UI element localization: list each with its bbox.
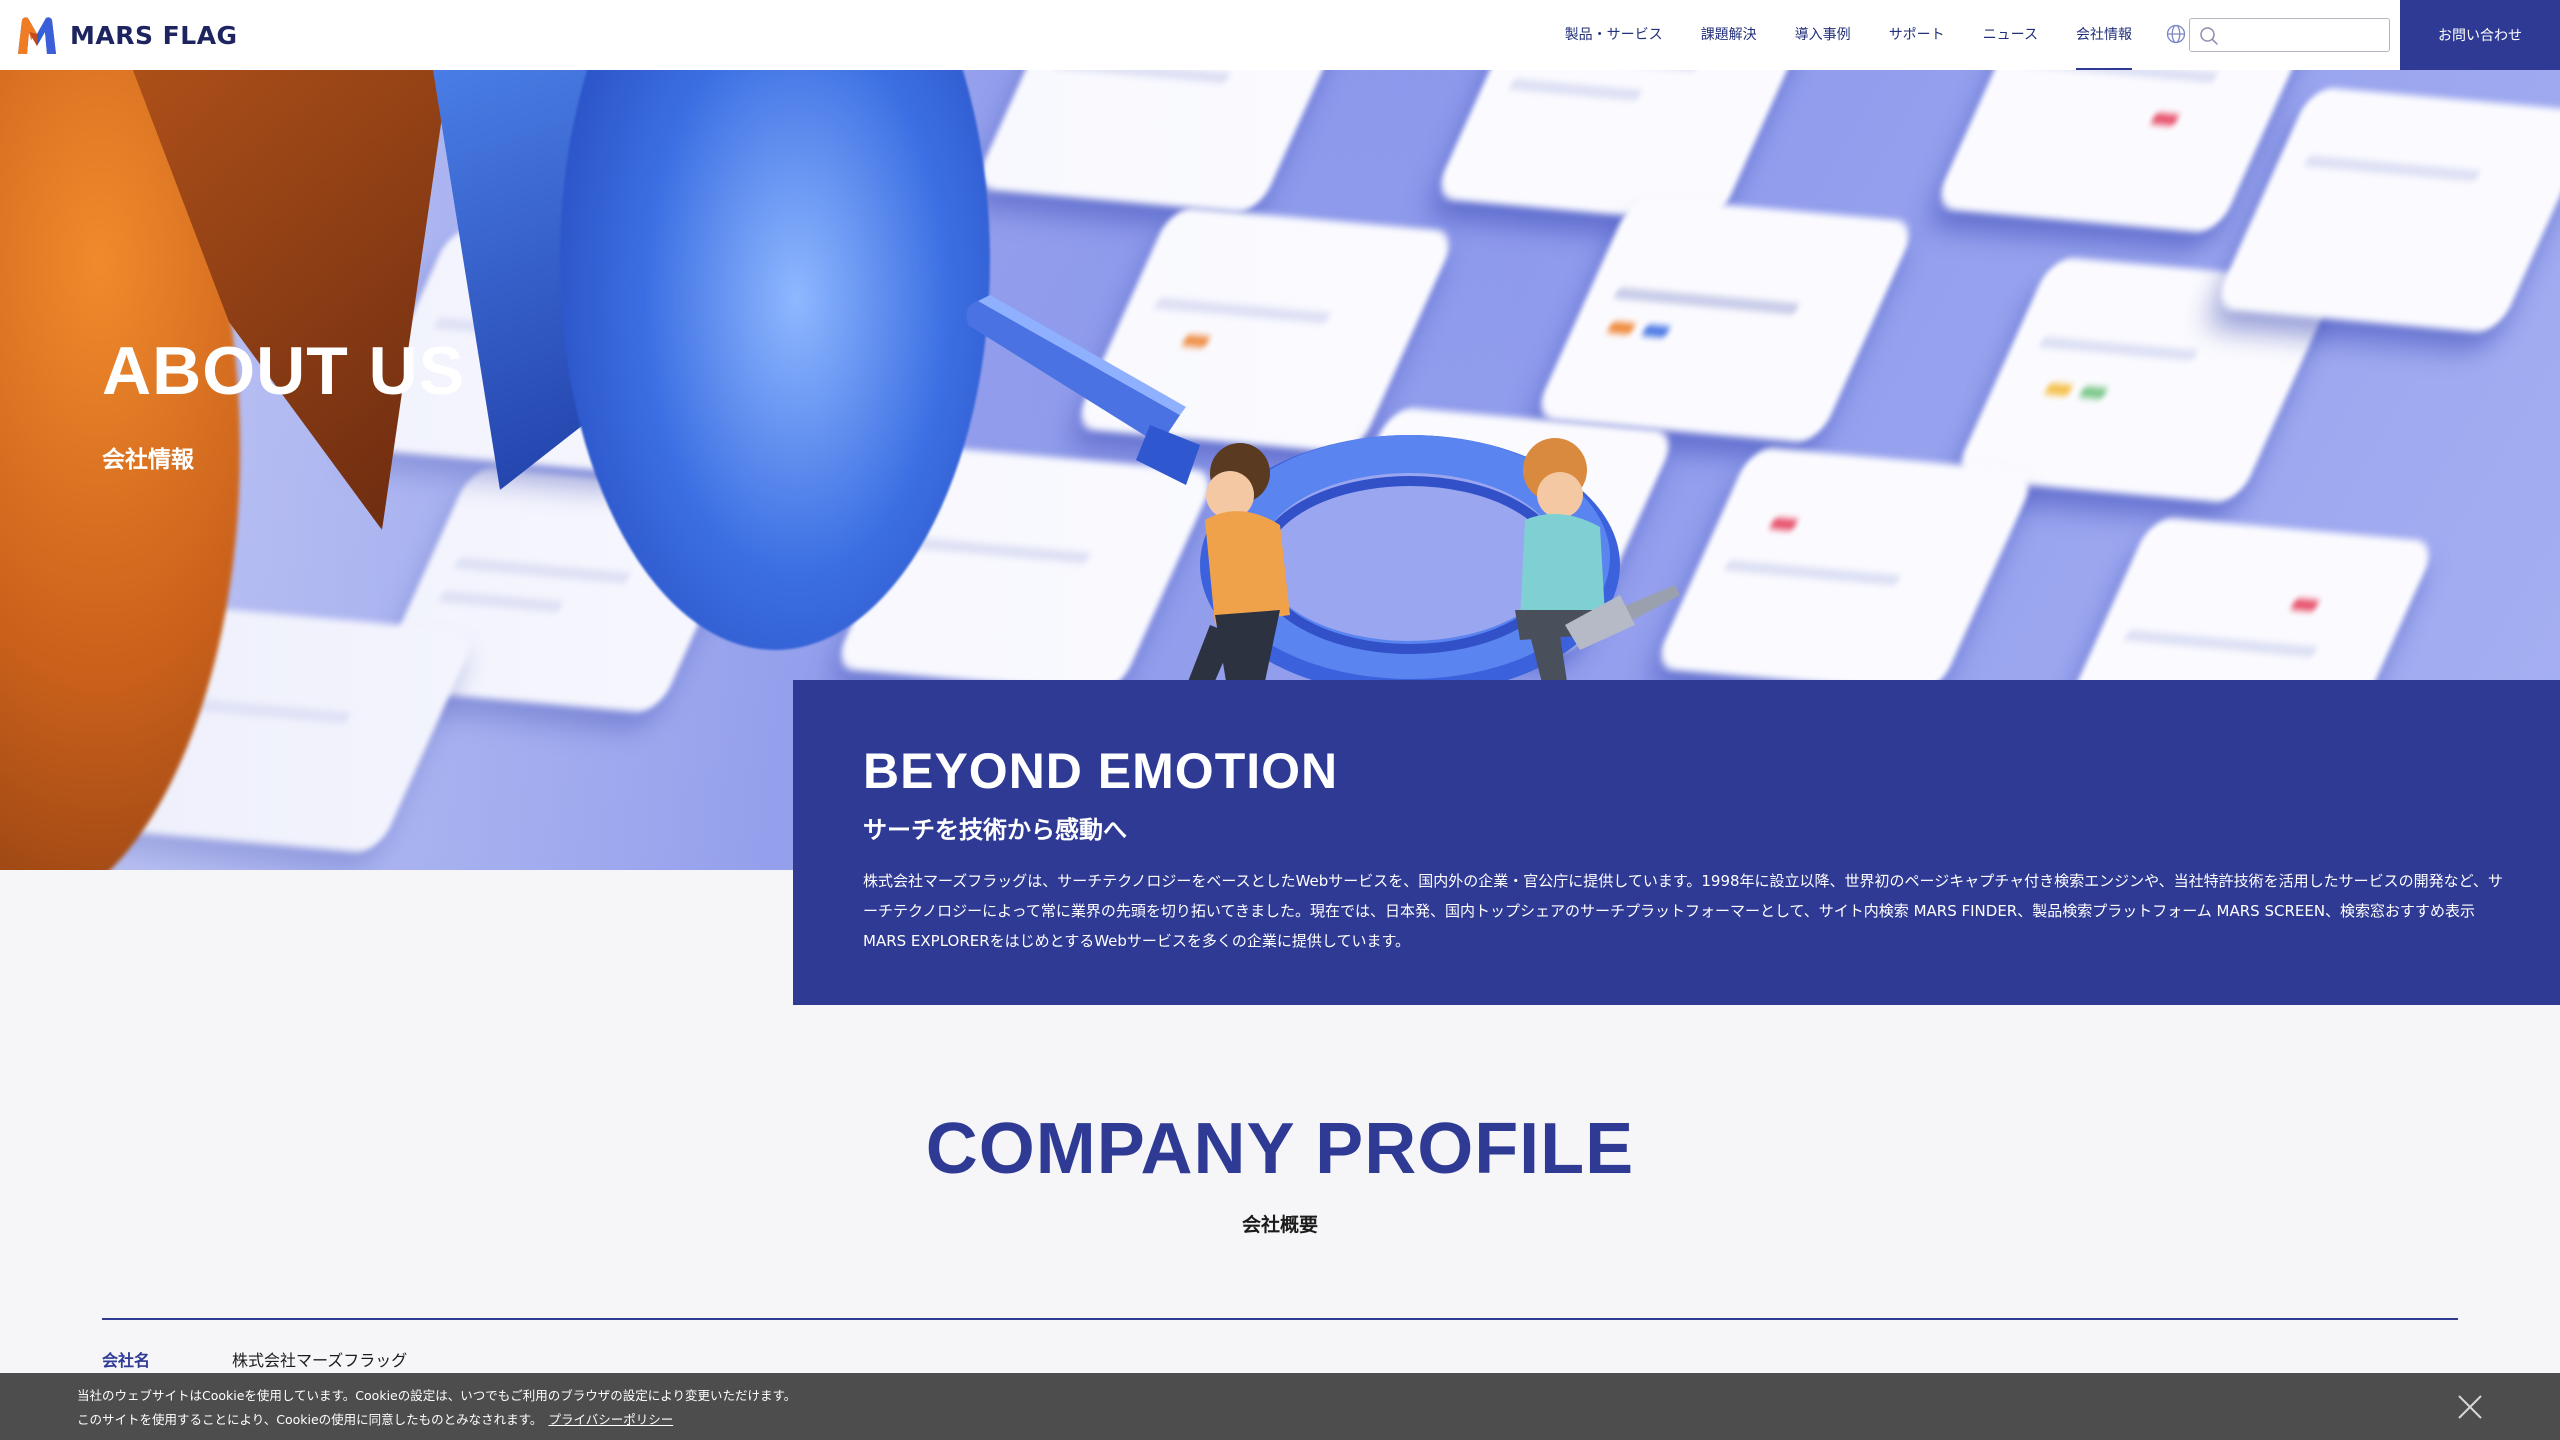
main-nav: 製品・サービス 課題解決 導入事例 サポート ニュース 会社情報 xyxy=(1527,0,2132,70)
nav-solutions[interactable]: 課題解決 xyxy=(1701,0,1757,70)
logo-wordmark: MARS FLAG xyxy=(70,20,238,50)
profile-row-company-name: 会社名 株式会社マーズフラッグ xyxy=(102,1347,407,1371)
nav-products[interactable]: 製品・サービス xyxy=(1565,0,1663,70)
close-icon[interactable] xyxy=(2456,1393,2484,1421)
panel-body-text: 株式会社マーズフラッグは、サーチテクノロジーをベースとしたWebサービスを、国内… xyxy=(863,872,2503,950)
profile-value: 株式会社マーズフラッグ xyxy=(232,1351,408,1370)
panel-title: BEYOND EMOTION xyxy=(863,743,1339,799)
nav-case-studies[interactable]: 導入事例 xyxy=(1795,0,1851,70)
profile-label: 会社名 xyxy=(102,1351,151,1370)
site-logo[interactable]: MARS FLAG xyxy=(14,14,238,56)
site-header: MARS FLAG 製品・サービス 課題解決 導入事例 サポート ニュース 会社… xyxy=(0,0,2560,70)
privacy-policy-link[interactable]: プライバシーポリシー xyxy=(548,1412,673,1427)
nav-company[interactable]: 会社情報 xyxy=(2076,0,2132,70)
mars-flag-logo-icon xyxy=(18,17,56,54)
company-profile-subtitle: 会社概要 xyxy=(1241,1214,1318,1236)
nav-support[interactable]: サポート xyxy=(1889,0,1945,70)
globe-icon[interactable] xyxy=(2166,24,2186,44)
hero-title: ABOUT US xyxy=(102,333,466,409)
hero-subtitle: 会社情報 xyxy=(102,447,194,473)
contact-button[interactable]: お問い合わせ xyxy=(2400,0,2560,70)
cookie-banner: 当社のウェブサイトはCookieを使用しています。Cookieの設定は、いつでも… xyxy=(0,1373,2560,1440)
search-box[interactable] xyxy=(2189,18,2390,52)
company-profile-title: COMPANY PROFILE xyxy=(925,1109,1635,1189)
nav-news[interactable]: ニュース xyxy=(1983,0,2038,70)
cookie-text-line1: 当社のウェブサイトはCookieを使用しています。Cookieの設定は、いつでも… xyxy=(77,1388,797,1403)
beyond-emotion-panel: BEYOND EMOTION サーチを技術から感動へ 株式会社マーズフラッグは、… xyxy=(793,680,2560,1005)
company-profile-divider xyxy=(102,1318,2458,1320)
cookie-text-line2-body: このサイトを使用することにより、Cookieの使用に同意したものとみなされます。 xyxy=(77,1412,543,1427)
search-input[interactable] xyxy=(2224,21,2384,49)
panel-subtitle: サーチを技術から感動へ xyxy=(863,816,1127,844)
search-icon xyxy=(2200,27,2219,46)
cookie-text-line2: このサイトを使用することにより、Cookieの使用に同意したものとみなされます。… xyxy=(77,1409,673,1428)
